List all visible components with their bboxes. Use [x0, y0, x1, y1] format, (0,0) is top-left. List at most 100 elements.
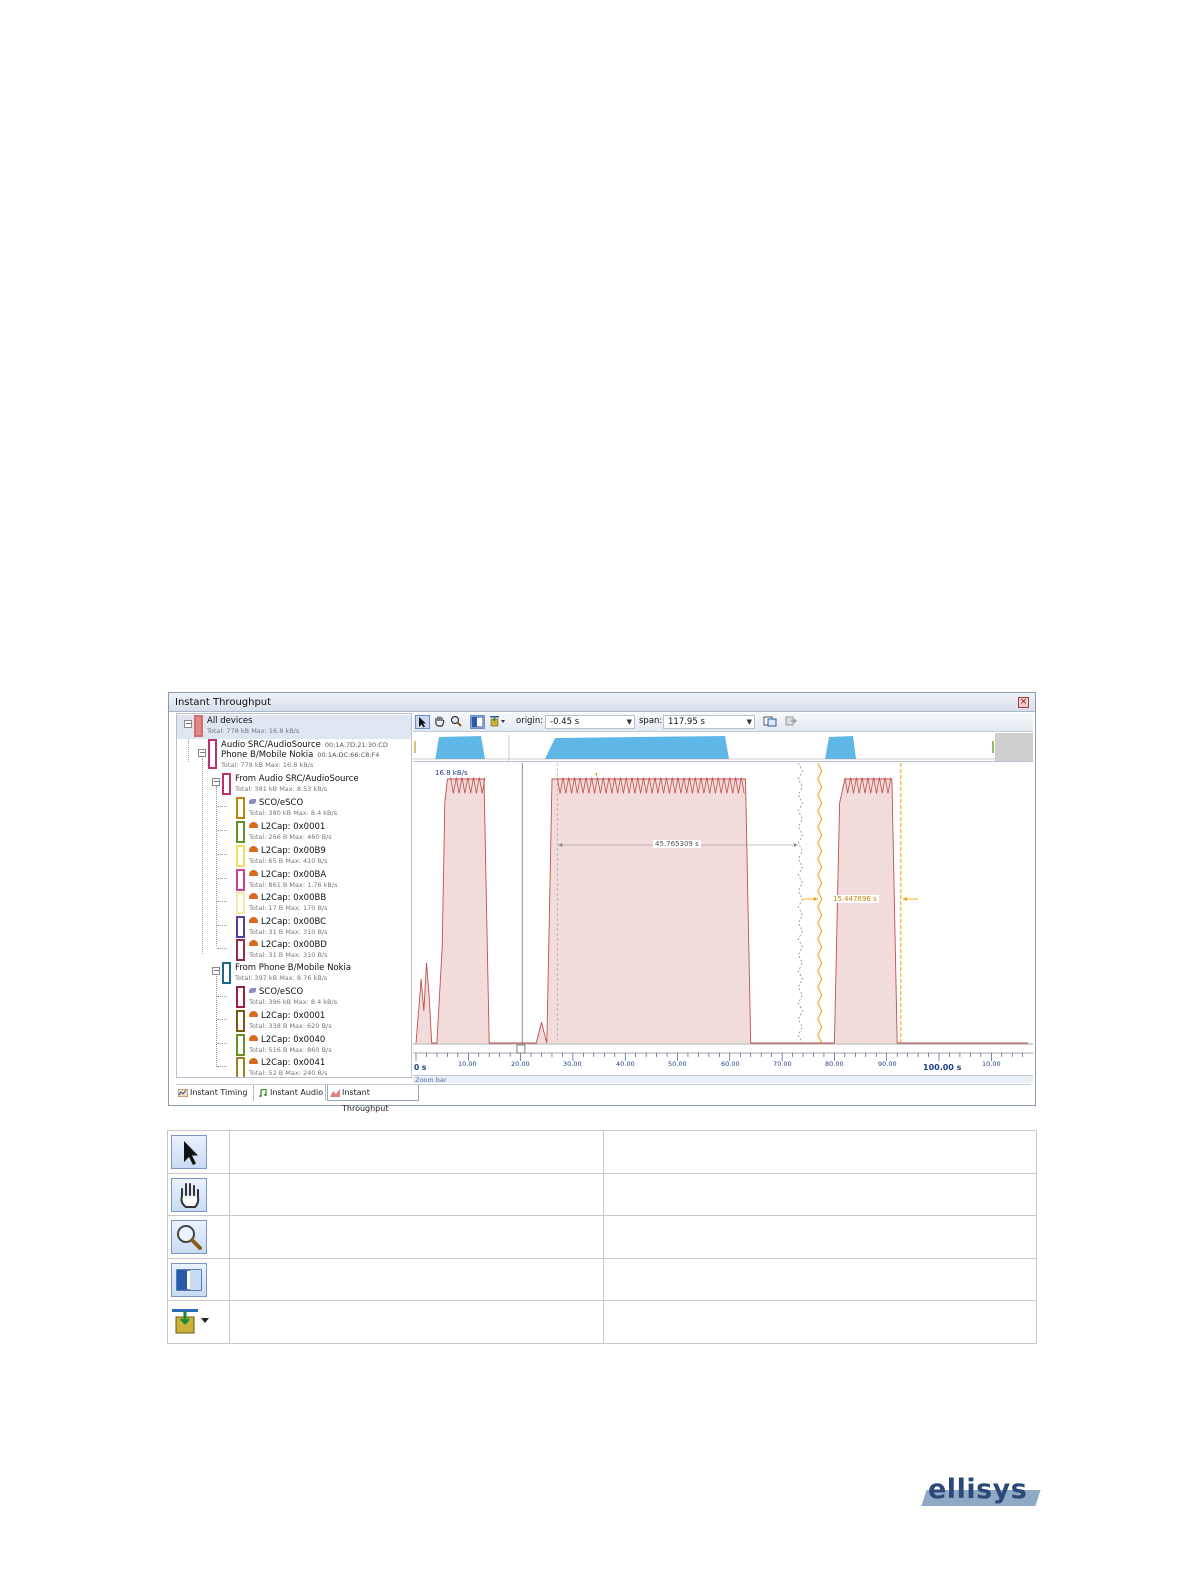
trigger-marker [516, 1044, 526, 1054]
origin-label: origin: [516, 716, 544, 726]
tree-node-channel[interactable]: L2Cap: 0x00BD Total: 31 B Max: 310 B/s [177, 939, 411, 963]
overview-chart [413, 735, 995, 761]
description-cell [229, 1257, 604, 1301]
channel-label: L2Cap: 0x00BD [249, 940, 327, 950]
origin-input[interactable]: -0.45 s ▼ [545, 715, 635, 729]
tree-node-channel[interactable]: SCO/eSCO Total: 380 kB Max: 8.4 kB/s [177, 797, 411, 821]
tree-node-stats: Total: 778 kB Max: 16.8 kB/s [221, 761, 314, 769]
collapse-toggle-icon[interactable]: − [212, 778, 220, 786]
copy-chart-button[interactable] [761, 715, 779, 729]
tree-node-channel[interactable]: L2Cap: 0x0041 Total: 52 B Max: 240 B/s [177, 1057, 411, 1077]
color-swatch [236, 986, 245, 1008]
tab-instant-audio[interactable]: Instant Audio [256, 1085, 326, 1101]
sco-icon [249, 799, 256, 804]
tree-node-all-devices[interactable]: − All devices Total: 778 kB Max: 16.8 kB… [177, 715, 411, 739]
tree-node-stats: Total: 396 kB Max: 8.4 kB/s [249, 998, 338, 1006]
pointer-tool-button[interactable] [415, 715, 430, 729]
channel-name: L2Cap: 0x00BC [261, 917, 327, 927]
color-swatch [236, 797, 245, 819]
chart-canvas [413, 763, 1033, 1061]
channel-name: L2Cap: 0x0001 [261, 822, 326, 832]
x-tick-label: 50.00 [668, 1060, 687, 1068]
color-swatch [236, 1057, 245, 1077]
pointer-icon [419, 717, 426, 728]
table-row [167, 1130, 1037, 1174]
tree-node-device-pair[interactable]: − Audio SRC/AudioSource 00:1A:7D:21:30:CD… [177, 739, 411, 769]
table-row [167, 1257, 1037, 1301]
icon-cell [167, 1172, 230, 1216]
span-input[interactable]: 117.95 s ▼ [663, 715, 755, 729]
x-tick-label: 20.00 [511, 1060, 530, 1068]
marker-tool-button[interactable] [487, 715, 507, 729]
tree-node-stats: Total: 338 B Max: 620 B/s [249, 1022, 332, 1030]
tree-node-channel[interactable]: L2Cap: 0x0001 Total: 266 B Max: 460 B/s [177, 821, 411, 845]
tree-node-channel[interactable]: L2Cap: 0x00BC Total: 31 B Max: 310 B/s [177, 916, 411, 940]
color-swatch [236, 821, 245, 843]
table-row [167, 1172, 1037, 1216]
measure-end-marker [798, 763, 803, 1044]
overview-burst [825, 736, 856, 759]
span-value: 117.95 s [668, 717, 705, 727]
close-icon[interactable]: × [1018, 697, 1029, 708]
notes-cell [603, 1257, 1037, 1301]
copy-icon [763, 716, 777, 727]
channel-name: SCO/eSCO [259, 987, 304, 997]
hand-icon [435, 716, 445, 727]
marker-icon [489, 716, 505, 727]
tree-node-stats: Total: 516 B Max: 860 B/s [249, 1046, 332, 1054]
channel-name: SCO/eSCO [259, 798, 304, 808]
chevron-down-icon[interactable]: ▼ [627, 716, 632, 728]
tree-node-channel[interactable]: L2Cap: 0x00B9 Total: 65 B Max: 410 B/s [177, 845, 411, 869]
color-swatch [236, 869, 245, 891]
sco-icon [249, 988, 256, 993]
ellisys-logo: ellisys [918, 1474, 1041, 1512]
zoom-bar[interactable]: Zoom bar [413, 1075, 1033, 1084]
collapse-toggle-icon[interactable]: − [212, 967, 220, 975]
cursor-measurement-label: 15.447696 s [831, 895, 879, 903]
tree-node-channel[interactable]: SCO/eSCO Total: 396 kB Max: 8.4 kB/s [177, 986, 411, 1010]
l2cap-icon [249, 1035, 258, 1041]
channel-label: SCO/eSCO [249, 798, 303, 808]
tree-node-channel[interactable]: L2Cap: 0x0001 Total: 338 B Max: 620 B/s [177, 1010, 411, 1034]
tree-node-channel[interactable]: L2Cap: 0x00BA Total: 861 B Max: 1.76 kB/… [177, 869, 411, 893]
arrow-head-icon [902, 897, 907, 901]
icon-cell [167, 1130, 230, 1174]
color-swatch [222, 962, 231, 984]
export-button[interactable] [783, 715, 799, 729]
tree-node-from-phone[interactable]: − From Phone B/Mobile Nokia Total: 397 k… [177, 962, 411, 986]
x-tick-label: 10.00 [982, 1060, 1001, 1068]
device-tree[interactable]: − All devices Total: 778 kB Max: 16.8 kB… [176, 713, 412, 1078]
tab-instant-throughput[interactable]: Instant Throughput [327, 1085, 419, 1113]
overview-strip[interactable] [413, 733, 1033, 762]
channel-name: L2Cap: 0x00B9 [261, 846, 326, 856]
throughput-chart[interactable]: 16.8 kB/s 45.765309 s 15.447696 s 10.00 … [413, 763, 1033, 1073]
x-tick-label: 40.00 [616, 1060, 635, 1068]
arrow-head-icon [813, 897, 818, 901]
l2cap-icon [249, 917, 258, 923]
collapse-toggle-icon[interactable]: − [184, 720, 192, 728]
panes-tool-button[interactable] [470, 715, 485, 729]
tree-node-stats: Total: 52 B Max: 240 B/s [249, 1069, 328, 1077]
bottom-tabs: Instant Timing Instant Audio Instant Thr… [176, 1084, 1031, 1113]
chevron-down-icon[interactable]: ▼ [747, 716, 752, 728]
l2cap-icon [249, 870, 258, 876]
device-audio-src: Audio SRC/AudioSource 00:1A:7D:21:30:CD [221, 740, 388, 750]
channel-label: L2Cap: 0x00BB [249, 893, 326, 903]
tree-node-channel[interactable]: L2Cap: 0x0040 Total: 516 B Max: 860 B/s [177, 1034, 411, 1058]
color-swatch [236, 845, 245, 867]
hand-tool-button[interactable] [432, 715, 447, 729]
channel-label: L2Cap: 0x0040 [249, 1035, 325, 1045]
tab-label: Instant Throughput [342, 1088, 389, 1113]
collapse-toggle-icon[interactable]: − [198, 749, 206, 757]
channel-label: L2Cap: 0x00B9 [249, 846, 326, 856]
color-swatch [236, 1010, 245, 1032]
color-swatch [236, 939, 245, 961]
tree-node-from-audio[interactable]: − From Audio SRC/AudioSource Total: 381 … [177, 773, 411, 797]
zoom-tool-button[interactable] [449, 715, 464, 729]
x-tick-label: 10.00 [458, 1060, 477, 1068]
tab-instant-timing[interactable]: Instant Timing [176, 1085, 254, 1101]
tree-node-stats: Total: 861 B Max: 1.76 kB/s [249, 881, 338, 889]
span-label: span: [639, 716, 663, 726]
tree-node-channel[interactable]: L2Cap: 0x00BB Total: 17 B Max: 170 B/s [177, 892, 411, 916]
tree-node-label: From Audio SRC/AudioSource [235, 774, 359, 784]
